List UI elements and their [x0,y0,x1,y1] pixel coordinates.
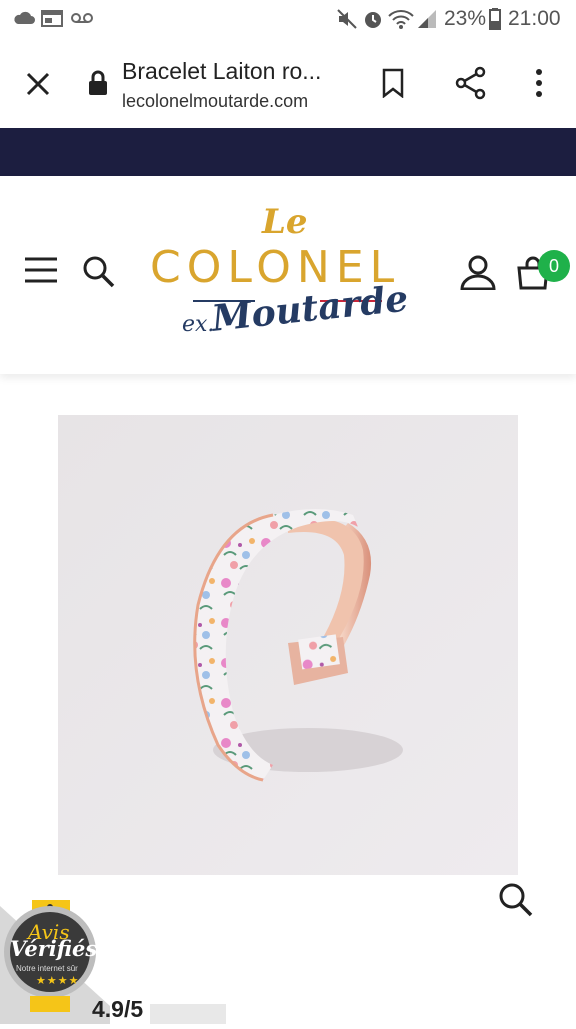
battery-percent: 23% [444,7,487,30]
search-icon[interactable] [82,255,116,294]
wifi-icon [388,8,414,35]
logo-le: Le [262,202,308,242]
badge-title-2: Vérifiés [10,936,98,961]
page-url: lecolonelmoutarde.com [122,91,309,111]
menu-icon[interactable] [24,256,58,289]
voicemail-icon [70,8,94,33]
status-time: 21:00 [508,7,561,30]
account-icon[interactable] [460,254,496,295]
battery-icon [489,8,501,35]
share-icon[interactable] [455,66,487,105]
close-icon[interactable] [24,70,52,103]
more-icon[interactable] [534,68,544,103]
status-bar: 23% 21:00 [0,0,576,40]
bookmark-icon[interactable] [380,68,406,103]
signal-icon [416,8,438,35]
rating-score: 4.9/5 [92,996,144,1022]
badge-stars: ★★★★ [36,975,80,987]
cart-count-badge: 0 [538,250,570,282]
badge-subtitle: Notre internet sûr [16,964,78,973]
bottom-strip [150,1004,226,1024]
lock-icon [88,70,108,101]
top-banner [0,128,576,176]
cloud-icon [12,8,36,33]
alarm-icon [362,8,384,35]
product-image[interactable] [58,415,518,875]
mute-icon [336,8,358,35]
site-header: Le COLONEL ex. Moutarde 0 [0,176,576,374]
page-title: Bracelet Laiton ro... [122,58,322,84]
logo-ex: ex. [182,312,215,337]
zoom-icon[interactable] [498,882,534,923]
browser-icon [41,8,63,33]
